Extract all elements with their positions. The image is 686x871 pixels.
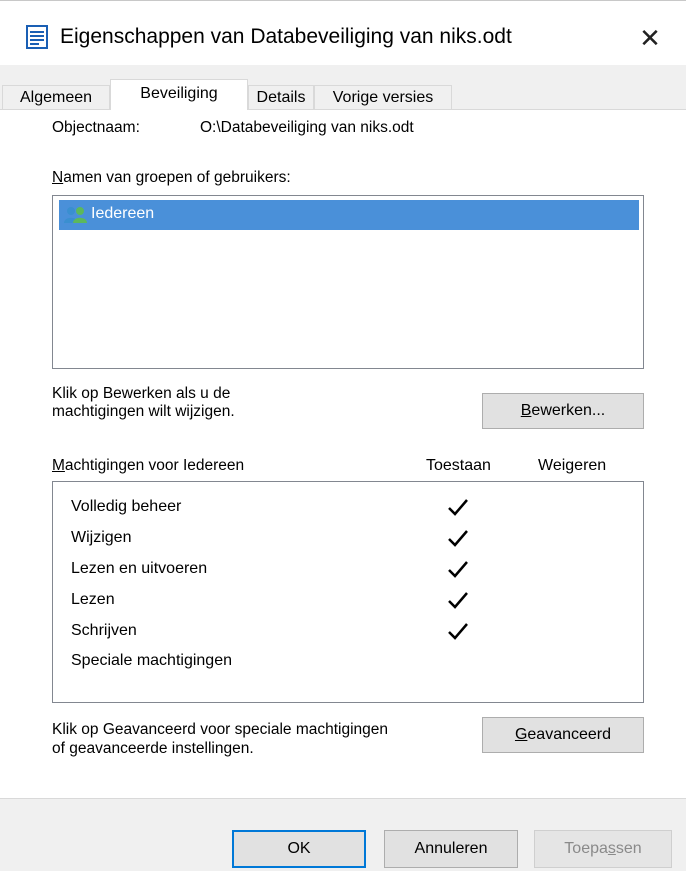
- tab-beveiliging[interactable]: Beveiliging: [110, 79, 248, 110]
- permission-row: Volledig beheer: [71, 494, 631, 522]
- check-icon: [448, 530, 468, 547]
- permissions-label-text: achtigingen voor Iedereen: [64, 457, 245, 474]
- ok-button[interactable]: OK: [232, 830, 366, 868]
- document-icon: [26, 25, 48, 49]
- tab-vorige-versies[interactable]: Vorige versies: [314, 85, 452, 109]
- groups-listbox[interactable]: Iedereen: [52, 195, 644, 369]
- allow-column-header: Toestaan: [426, 457, 491, 474]
- permission-name: Schrijven: [71, 622, 137, 639]
- background-window-sliver: [0, 1, 686, 9]
- edit-hint-line1: Klik op Bewerken als u de: [52, 385, 231, 402]
- tab-algemeen[interactable]: Algemeen: [2, 85, 110, 109]
- permissions-list: Volledig beheer Wijzigen Lezen en uitvoe…: [52, 481, 644, 703]
- permissions-label-accel: M: [52, 457, 65, 474]
- title-bar[interactable]: Eigenschappen van Databeveiliging van ni…: [0, 11, 686, 63]
- permission-row: Schrijven: [71, 618, 631, 646]
- tab-label: Algemeen: [19, 89, 93, 106]
- ok-button-label: OK: [287, 840, 311, 857]
- object-name-label: Objectnaam:: [52, 119, 140, 136]
- dialog-title: Eigenschappen van Databeveiliging van ni…: [60, 25, 512, 48]
- permissions-label: Machtigingen voor Iedereen: [52, 457, 244, 475]
- edit-button-label: ewerken...: [531, 402, 606, 419]
- tab-label: Beveiliging: [140, 85, 218, 102]
- check-icon: [448, 592, 468, 609]
- groups-label: Namen van groepen of gebruikers:: [52, 169, 291, 187]
- cancel-button-label: Annuleren: [414, 840, 488, 857]
- apply-button[interactable]: Toepassen: [534, 830, 672, 868]
- permission-row: Wijzigen: [71, 525, 631, 553]
- check-icon: [448, 499, 468, 516]
- check-icon: [448, 623, 468, 640]
- advanced-button-accel: G: [514, 726, 528, 743]
- advanced-button-label: eavanceerd: [527, 726, 612, 743]
- apply-button-accel: s: [607, 840, 616, 857]
- close-button[interactable]: ✕: [628, 19, 672, 57]
- permission-row: Speciale machtigingen: [71, 648, 631, 676]
- deny-column-header: Weigeren: [538, 457, 607, 474]
- tab-details[interactable]: Details: [248, 85, 314, 109]
- advanced-hint-line2: of geavanceerde instellingen.: [52, 740, 254, 757]
- permission-name: Wijzigen: [71, 529, 132, 546]
- permission-name: Lezen en uitvoeren: [71, 560, 208, 577]
- properties-dialog: Eigenschappen van Databeveiliging van ni…: [0, 0, 686, 871]
- apply-button-label-post: sen: [615, 840, 642, 857]
- users-group-icon: [64, 207, 87, 223]
- tab-label: Details: [256, 89, 306, 106]
- groups-label-text: amen van groepen of gebruikers:: [63, 169, 291, 186]
- edit-button-accel: B: [520, 402, 532, 419]
- advanced-button[interactable]: Geavanceerd: [482, 717, 644, 753]
- tab-strip: Algemeen Beveiliging Details Vorige vers…: [0, 79, 686, 110]
- permission-name: Volledig beheer: [71, 498, 182, 515]
- check-icon: [448, 561, 468, 578]
- groups-label-accel: N: [52, 169, 64, 186]
- permission-row: Lezen: [71, 587, 631, 615]
- tab-label: Vorige versies: [332, 89, 434, 106]
- list-item-label: Iedereen: [91, 205, 155, 222]
- list-item-iedereen[interactable]: Iedereen: [59, 200, 639, 230]
- close-icon: ✕: [639, 23, 661, 53]
- permission-name: Lezen: [71, 591, 115, 608]
- object-name-value: O:\Databeveiliging van niks.odt: [200, 119, 414, 136]
- permission-row: Lezen en uitvoeren: [71, 556, 631, 584]
- apply-button-label-pre: Toepa: [564, 840, 608, 857]
- cancel-button[interactable]: Annuleren: [384, 830, 518, 868]
- edit-hint-line2: machtigingen wilt wijzigen.: [52, 403, 235, 420]
- edit-button[interactable]: Bewerken...: [482, 393, 644, 429]
- permission-name: Speciale machtigingen: [71, 652, 232, 669]
- advanced-hint-line1: Klik op Geavanceerd voor speciale machti…: [52, 721, 389, 738]
